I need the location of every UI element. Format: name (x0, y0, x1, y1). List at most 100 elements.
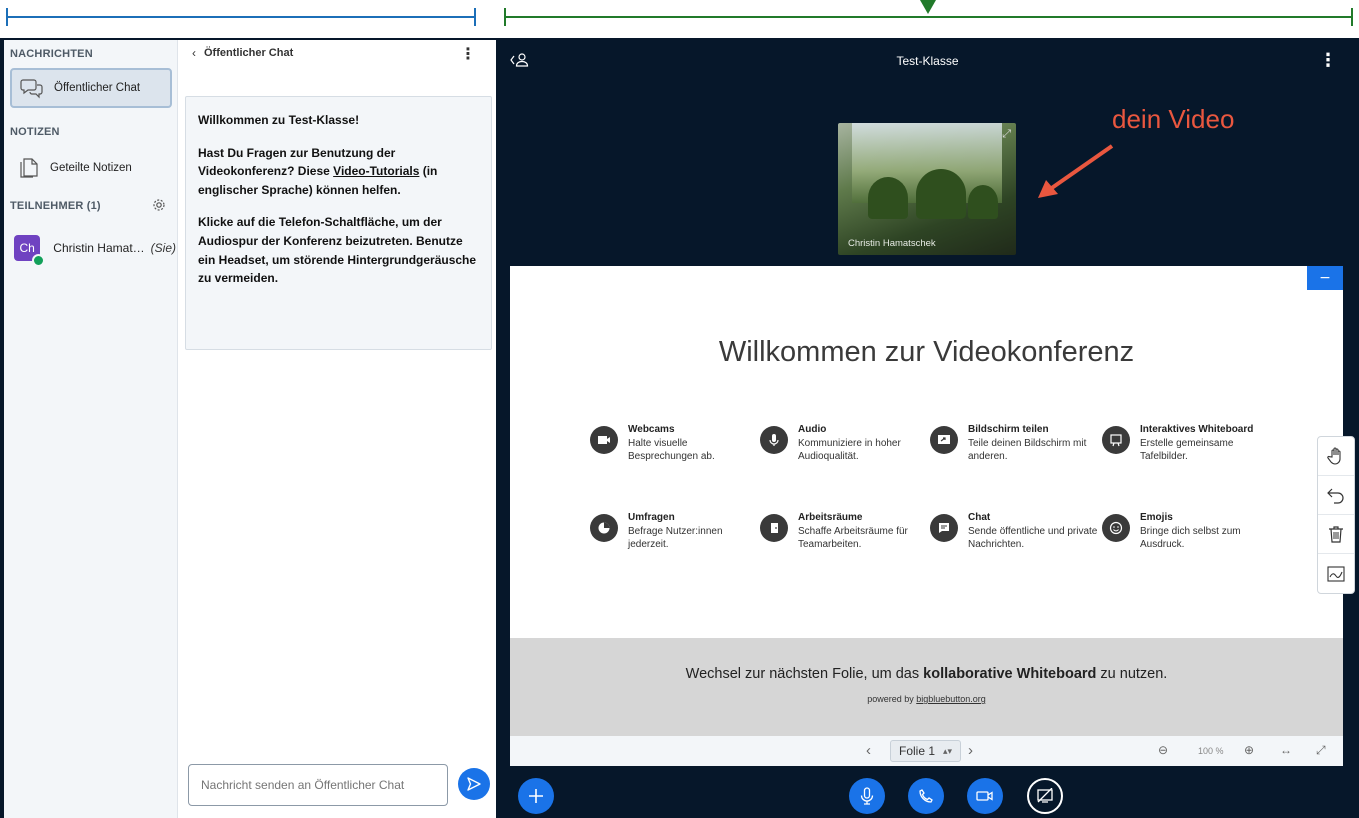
hand-icon (1326, 446, 1346, 466)
participant-row[interactable]: Ch Christin Hamat… (Sie) (14, 230, 176, 267)
sidebar-item-shared-notes[interactable]: Geteilte Notizen (10, 148, 172, 188)
phone-icon (918, 788, 934, 804)
participants-section-title: TEILNEHMER (1) (10, 200, 101, 212)
zoom-out-icon[interactable]: ⊖ (1158, 743, 1168, 757)
slide-footer-text: Wechsel zur nächsten Folie, um das kolla… (510, 666, 1343, 682)
fullscreen-icon[interactable]: ⤢ (1002, 127, 1011, 141)
feature-webcams: Webcams Halte visuelle Besprechungen ab. (590, 424, 760, 463)
previous-slide-icon[interactable]: ‹ (866, 742, 871, 759)
clear-button[interactable] (1318, 515, 1354, 554)
feature-title: Umfragen (628, 512, 675, 523)
screenshot-root: { "sidebar": { "messages_title": "NACHRI… (0, 0, 1359, 818)
draw-tool-button[interactable] (1318, 554, 1354, 593)
microphone-icon (859, 787, 875, 805)
feature-breakout-rooms: Arbeitsräume Schaffe Arbeitsräume für Tea… (760, 512, 930, 551)
send-button[interactable] (458, 768, 490, 800)
footer-suffix: zu nutzen. (1096, 666, 1168, 682)
footer-prefix: Wechsel zur nächsten Folie, um das (685, 666, 924, 682)
feature-desc: Befrage Nutzer:innen jederzeit. (628, 526, 723, 550)
welcome-room: Test-Klasse (288, 113, 356, 127)
more-options-icon[interactable]: ⋮ (1319, 50, 1337, 71)
more-options-icon[interactable]: ⋮ (460, 44, 476, 63)
microphone-icon (760, 426, 788, 454)
select-arrows-icon: ▴▾ (943, 745, 953, 756)
presentation-slide[interactable]: − Willkommen zur Videokonferenz Webcams H… (510, 266, 1343, 736)
feature-desc: Kommuniziere in hoher Audioqualität. (798, 438, 901, 462)
camera-button[interactable] (967, 778, 1003, 814)
slide-select[interactable]: Folie 1 ▴▾ (890, 740, 962, 762)
microphone-status-icon (32, 254, 46, 267)
powered-prefix: powered by (867, 694, 917, 704)
feature-desc: Bringe dich selbst zum Ausdruck. (1140, 526, 1241, 550)
action-bar (496, 774, 1359, 818)
undo-button[interactable] (1318, 476, 1354, 515)
zoom-in-icon[interactable]: ⊕ (1244, 743, 1254, 757)
microphone-button[interactable] (849, 778, 885, 814)
participant-you-tag: (Sie) (150, 241, 176, 255)
slide-title: Willkommen zur Videokonferenz (718, 336, 1135, 368)
powered-by: powered by bigbluebutton.org (510, 694, 1343, 704)
fit-width-icon[interactable]: ↔ (1280, 743, 1292, 757)
video-user-name: Christin Hamatschek (848, 238, 936, 249)
chat-title: Öffentlicher Chat (204, 47, 294, 59)
presentation-controls: ‹ Folie 1 ▴▾ › ⊖ 100 % ⊕ ↔ ⤢ (510, 736, 1343, 766)
main-area: Test-Klasse ⋮ ⤢ Christin Hamatschek dein… (496, 40, 1359, 818)
slide-footer: Wechsel zur nächsten Folie, um das kolla… (510, 638, 1343, 736)
document-icon (18, 156, 40, 180)
chat-message-input[interactable] (188, 764, 448, 806)
trash-icon (1326, 524, 1346, 544)
fullscreen-icon[interactable]: ⤢ (1316, 743, 1326, 758)
feature-title: Interaktives Whiteboard (1140, 424, 1254, 435)
pencil-line-icon (1326, 564, 1346, 584)
plus-icon (527, 787, 545, 805)
meeting-title: Test-Klasse (896, 54, 959, 68)
feature-title: Arbeitsräume (798, 512, 863, 523)
welcome-suffix: ! (355, 113, 360, 127)
camera-icon (590, 426, 618, 454)
camera-icon (976, 789, 994, 803)
door-icon (760, 514, 788, 542)
sidebar-item-public-chat[interactable]: Öffentlicher Chat (10, 68, 172, 108)
gear-icon[interactable] (152, 198, 166, 212)
avatar: Ch (14, 235, 46, 267)
welcome-message: Willkommen zu Test-Klasse! Hast Du Frage… (185, 96, 492, 350)
chevron-left-icon: ‹ (192, 46, 196, 60)
next-slide-icon[interactable]: › (968, 742, 973, 759)
video-annotation-label: dein Video (1112, 104, 1235, 134)
participant-name: Christin Hamat… (Sie) (53, 241, 176, 255)
sidebar: NACHRICHTEN Öffentlicher Chat NOTIZEN Ge… (4, 40, 178, 818)
slide-select-value: Folie 1 (899, 744, 936, 758)
hand-tool-button[interactable] (1318, 437, 1354, 476)
footer-bold: kollaborative Whiteboard (923, 666, 1097, 682)
chat-area-marker (6, 8, 476, 26)
chat-back-button[interactable]: ‹ Öffentlicher Chat (192, 46, 293, 60)
smiley-icon (1102, 514, 1130, 542)
help-line: Hast Du Fragen zur Benutzung der Videoko… (198, 144, 479, 200)
undo-icon (1326, 485, 1346, 505)
feature-title: Bildschirm teilen (968, 424, 1049, 435)
screen-share-off-icon (1036, 788, 1054, 804)
sidebar-item-label: Geteilte Notizen (50, 162, 132, 174)
zoom-level: 100 % (1198, 746, 1224, 756)
actions-button[interactable] (518, 778, 554, 814)
chat-bubbles-icon (20, 77, 44, 99)
welcome-line: Willkommen zu Test-Klasse! (198, 111, 479, 130)
send-icon (466, 776, 482, 792)
bigbluebutton-link[interactable]: bigbluebutton.org (916, 694, 986, 704)
feature-emojis: Emojis Bringe dich selbst zum Ausdruck. (1102, 512, 1272, 551)
screen-share-icon (930, 426, 958, 454)
feature-title: Audio (798, 424, 827, 435)
whiteboard-toolbar (1317, 436, 1355, 594)
tutorials-link[interactable]: Video-Tutorials (333, 164, 419, 178)
messages-section-title: NACHRICHTEN (10, 48, 93, 60)
annotation-arrow-icon (1038, 144, 1114, 198)
whiteboard-icon (1102, 426, 1130, 454)
webcam-video[interactable]: ⤢ Christin Hamatschek (838, 123, 1016, 255)
feature-audio: Audio Kommuniziere in hoher Audioqualität… (760, 424, 930, 463)
leave-audio-button[interactable] (908, 778, 944, 814)
main-area-marker (504, 0, 1353, 26)
notes-section-title: NOTIZEN (10, 126, 60, 138)
minimize-presentation-button[interactable]: − (1307, 266, 1343, 290)
screen-share-button[interactable] (1027, 778, 1063, 814)
feature-desc: Erstelle gemeinsame Tafelbilder. (1140, 438, 1234, 462)
